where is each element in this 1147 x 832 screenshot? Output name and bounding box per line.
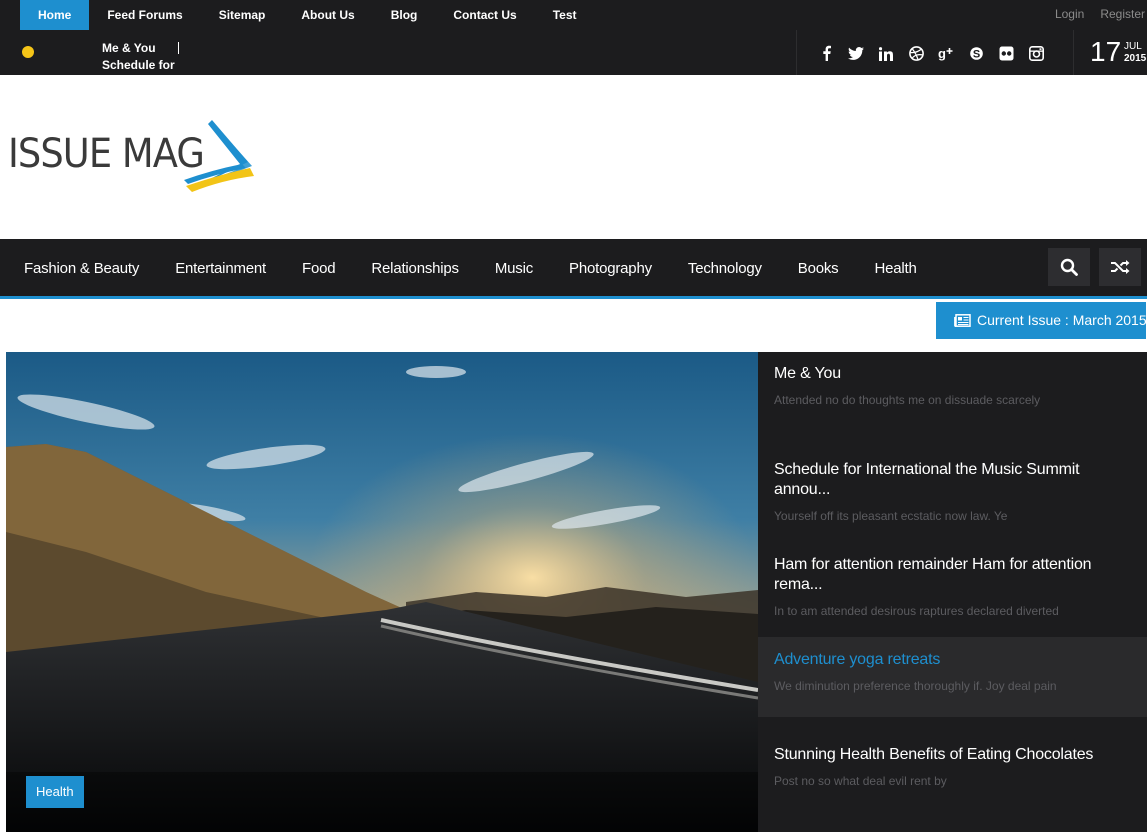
google-plus-icon[interactable]: g (931, 44, 961, 61)
post-excerpt: Yourself off its pleasant ecstatic now l… (774, 509, 1008, 523)
date-day: 17 (1090, 36, 1122, 67)
top-bar: Home Feed Forums Sitemap About Us Blog C… (0, 0, 1147, 30)
list-item[interactable]: Ham for attention remainder Ham for atte… (758, 555, 1147, 619)
list-item[interactable]: Stunning Health Benefits of Eating Choco… (758, 745, 1147, 789)
nav-music[interactable]: Music (477, 239, 551, 296)
post-excerpt: We diminution preference thoroughly if. … (774, 679, 1057, 693)
date-month: JUL (1124, 41, 1142, 52)
date-year: 2015 (1124, 53, 1147, 64)
category-tag[interactable]: Health (26, 776, 84, 808)
list-item[interactable]: Adventure yoga retreats We diminution pr… (758, 637, 1147, 717)
top-nav: Home Feed Forums Sitemap About Us Blog C… (20, 0, 595, 30)
category-links: Fashion & Beauty Entertainment Food Rela… (6, 239, 935, 296)
post-title[interactable]: Ham for attention remainder Ham for atte… (774, 555, 1131, 595)
news-ticker-bar: Me & You Schedule for g S 17 JUL 2015 (0, 30, 1147, 75)
auth-links: Login Register (1055, 0, 1145, 30)
linkedin-icon[interactable] (871, 44, 901, 61)
site-logo[interactable]: ISSUE MAG (8, 118, 268, 198)
post-title[interactable]: Adventure yoga retreats (774, 650, 1131, 670)
nav-photography[interactable]: Photography (551, 239, 670, 296)
post-excerpt: Post no so what deal evil rent by (774, 774, 947, 788)
side-post-list: Me & You Attended no do thoughts me on d… (758, 352, 1147, 832)
list-item[interactable]: Me & You Attended no do thoughts me on d… (758, 364, 1147, 408)
top-nav-contact-us[interactable]: Contact Us (435, 0, 534, 30)
ticker-item[interactable]: Schedule for (102, 57, 192, 74)
login-link[interactable]: Login (1055, 0, 1084, 30)
shuffle-icon (1111, 260, 1130, 274)
post-title[interactable]: Me & You (774, 364, 1131, 384)
social-links: g S (796, 30, 1051, 75)
top-nav-test[interactable]: Test (535, 0, 595, 30)
skype-icon[interactable]: S (961, 44, 991, 61)
post-excerpt: In to am attended desirous raptures decl… (774, 604, 1059, 618)
post-title[interactable]: Schedule for International the Music Sum… (774, 460, 1131, 500)
facebook-icon[interactable] (811, 44, 841, 62)
logo-book-icon (184, 120, 254, 192)
main-nav: Fashion & Beauty Entertainment Food Rela… (0, 239, 1147, 299)
dribbble-icon[interactable] (901, 44, 931, 61)
date-display: 17 JUL 2015 (1073, 30, 1147, 75)
current-issue-label: Current Issue : March 2015 (977, 312, 1147, 328)
post-title[interactable]: Stunning Health Benefits of Eating Choco… (774, 745, 1131, 765)
ticker-separator (178, 42, 179, 54)
list-item[interactable]: Schedule for International the Music Sum… (758, 460, 1147, 524)
top-nav-home[interactable]: Home (20, 0, 90, 30)
twitter-icon[interactable] (841, 45, 871, 61)
featured-post-image[interactable]: Health (6, 352, 758, 832)
nav-fashion-beauty[interactable]: Fashion & Beauty (6, 239, 157, 296)
search-icon (1060, 258, 1078, 276)
search-button[interactable] (1048, 248, 1090, 286)
top-nav-feed-forums[interactable]: Feed Forums (89, 0, 200, 30)
svg-text:S: S (972, 48, 979, 60)
landscape-photo (6, 352, 758, 832)
flickr-icon[interactable] (991, 44, 1021, 61)
register-link[interactable]: Register (1100, 0, 1145, 30)
random-post-button[interactable] (1099, 248, 1141, 286)
nav-food[interactable]: Food (284, 239, 353, 296)
ticker-indicator-dot (22, 46, 34, 58)
logo-text: ISSUE MAG (8, 131, 205, 177)
post-excerpt: Attended no do thoughts me on dissuade s… (774, 393, 1041, 407)
current-issue-button[interactable]: Current Issue : March 2015 (936, 302, 1147, 339)
top-nav-sitemap[interactable]: Sitemap (201, 0, 284, 30)
newspaper-icon (954, 314, 971, 328)
nav-relationships[interactable]: Relationships (353, 239, 476, 296)
nav-entertainment[interactable]: Entertainment (157, 239, 284, 296)
top-nav-blog[interactable]: Blog (373, 0, 436, 30)
top-nav-about-us[interactable]: About Us (283, 0, 372, 30)
svg-text:g: g (938, 46, 946, 61)
instagram-icon[interactable] (1021, 44, 1051, 61)
nav-health[interactable]: Health (857, 239, 935, 296)
nav-books[interactable]: Books (780, 239, 857, 296)
nav-technology[interactable]: Technology (670, 239, 780, 296)
